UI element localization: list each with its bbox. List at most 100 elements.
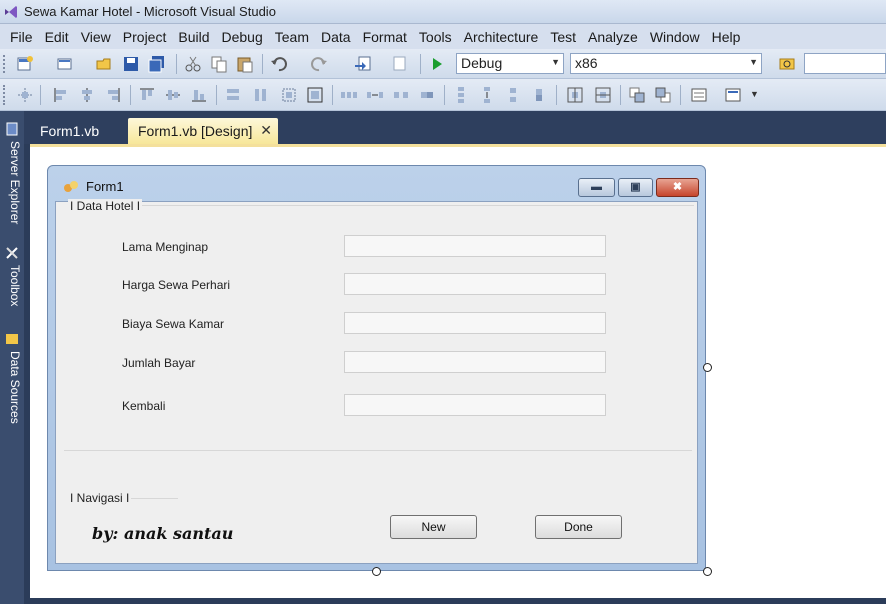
menu-team[interactable]: Team [269,29,315,45]
done-button[interactable]: Done [535,515,622,539]
form-title: Form1 [86,179,124,194]
remove-vertical-spacing-icon[interactable] [530,86,548,104]
save-icon[interactable] [122,55,140,73]
undo-icon[interactable] [270,55,288,73]
decrease-vertical-spacing-icon[interactable] [504,86,522,104]
close-button[interactable]: ✖ [656,178,699,197]
tab-label: Form1.vb [Design] [138,123,253,139]
lock-controls-icon[interactable] [724,86,742,104]
groupbox-border [70,205,694,206]
send-to-back-icon[interactable] [654,86,672,104]
menu-debug[interactable]: Debug [216,29,269,45]
find-in-files-icon[interactable] [778,55,796,73]
add-item-icon[interactable] [56,55,74,73]
tab-form1-vb[interactable]: Form1.vb [30,118,109,144]
align-centers-icon[interactable] [78,86,96,104]
toolbar-separator [40,85,41,105]
bring-to-front-icon[interactable] [628,86,646,104]
center-vertically-icon[interactable] [594,86,612,104]
menu-window[interactable]: Window [644,29,706,45]
decrease-horizontal-spacing-icon[interactable] [392,86,410,104]
resize-handle-bottom[interactable] [372,567,381,576]
resize-handle-right[interactable] [703,363,712,372]
menu-tools[interactable]: Tools [413,29,458,45]
side-tab-server-explorer[interactable]: Server Explorer [2,141,22,224]
open-file-icon[interactable] [96,55,114,73]
new-project-icon[interactable] [16,55,34,73]
toolbar-separator [620,85,621,105]
toolbox-icon[interactable] [4,245,20,261]
size-to-grid-icon[interactable] [280,86,298,104]
menu-analyze[interactable]: Analyze [582,29,644,45]
menu-edit[interactable]: Edit [39,29,75,45]
document-tabs: Form1.vb Form1.vb [Design] ✕ [24,111,886,144]
maximize-icon: ▣ [630,181,641,193]
make-same-size-icon[interactable] [306,86,324,104]
input-biaya-sewa-kamar[interactable] [344,312,606,334]
menu-file[interactable]: File [4,29,39,45]
chevron-down-icon: ▼ [749,57,758,67]
navigate-forward-icon[interactable] [392,55,410,73]
groupbox-divider [64,450,692,451]
align-to-grid-icon[interactable] [16,86,34,104]
side-tab-data-sources[interactable]: Data Sources [2,351,22,424]
menu-test[interactable]: Test [544,29,582,45]
start-debugging-icon[interactable] [428,55,446,73]
label-kembali: Kembali [122,399,166,413]
visual-studio-icon [5,6,17,18]
align-lefts-icon[interactable] [52,86,70,104]
layout-toolbar: ▼ [0,79,886,111]
server-explorer-icon[interactable] [4,121,20,137]
input-jumlah-bayar[interactable] [344,351,606,373]
cut-icon[interactable] [184,55,202,73]
solution-platform-select[interactable]: x86 ▼ [570,53,762,74]
save-all-icon[interactable] [148,55,166,73]
menu-data[interactable]: Data [315,29,357,45]
data-sources-icon[interactable] [4,331,20,347]
align-bottoms-icon[interactable] [190,86,208,104]
side-tab-toolbox[interactable]: Toolbox [2,265,22,306]
form-designer-window[interactable]: Form1 ▬ ▣ ✖ I Data Hotel I Lama Menginap… [47,165,706,571]
increase-vertical-spacing-icon[interactable] [478,86,496,104]
minimize-button[interactable]: ▬ [578,178,615,197]
menu-view[interactable]: View [75,29,117,45]
tab-form1-design[interactable]: Form1.vb [Design] ✕ [128,118,278,144]
paste-icon[interactable] [236,55,254,73]
make-same-height-icon[interactable] [252,86,270,104]
navigate-backward-icon[interactable] [354,55,372,73]
toolbar-grip[interactable] [3,55,6,73]
center-horizontally-icon[interactable] [566,86,584,104]
resize-handle-bottom-right[interactable] [703,567,712,576]
redo-icon[interactable] [310,55,328,73]
toolbar-separator [262,54,263,74]
make-same-width-icon[interactable] [224,86,242,104]
menu-project[interactable]: Project [117,29,173,45]
toolbar-overflow-icon[interactable]: ▼ [750,89,759,99]
input-kembali[interactable] [344,394,606,416]
menu-build[interactable]: Build [172,29,215,45]
maximize-button[interactable]: ▣ [618,178,653,197]
input-lama-menginap[interactable] [344,235,606,257]
horizontal-spacing-equal-icon[interactable] [340,86,358,104]
solution-configuration-select[interactable]: Debug ▼ [456,53,564,74]
increase-horizontal-spacing-icon[interactable] [366,86,384,104]
close-icon[interactable]: ✕ [260,122,272,139]
remove-horizontal-spacing-icon[interactable] [418,86,436,104]
input-harga-sewa-perhari[interactable] [344,273,606,295]
find-input[interactable] [804,53,886,74]
tab-order-icon[interactable] [690,86,708,104]
toolbar-grip[interactable] [3,85,6,105]
toolbar-separator [556,85,557,105]
align-rights-icon[interactable] [104,86,122,104]
label-biaya-sewa-kamar: Biaya Sewa Kamar [122,317,225,331]
menu-architecture[interactable]: Architecture [458,29,545,45]
toolbar-separator [130,85,131,105]
align-tops-icon[interactable] [138,86,156,104]
vertical-spacing-equal-icon[interactable] [452,86,470,104]
copy-icon[interactable] [210,55,228,73]
menu-format[interactable]: Format [357,29,413,45]
new-button[interactable]: New [390,515,477,539]
menu-help[interactable]: Help [706,29,747,45]
align-middles-icon[interactable] [164,86,182,104]
left-dock: Server Explorer Toolbox Data Sources [0,111,24,604]
